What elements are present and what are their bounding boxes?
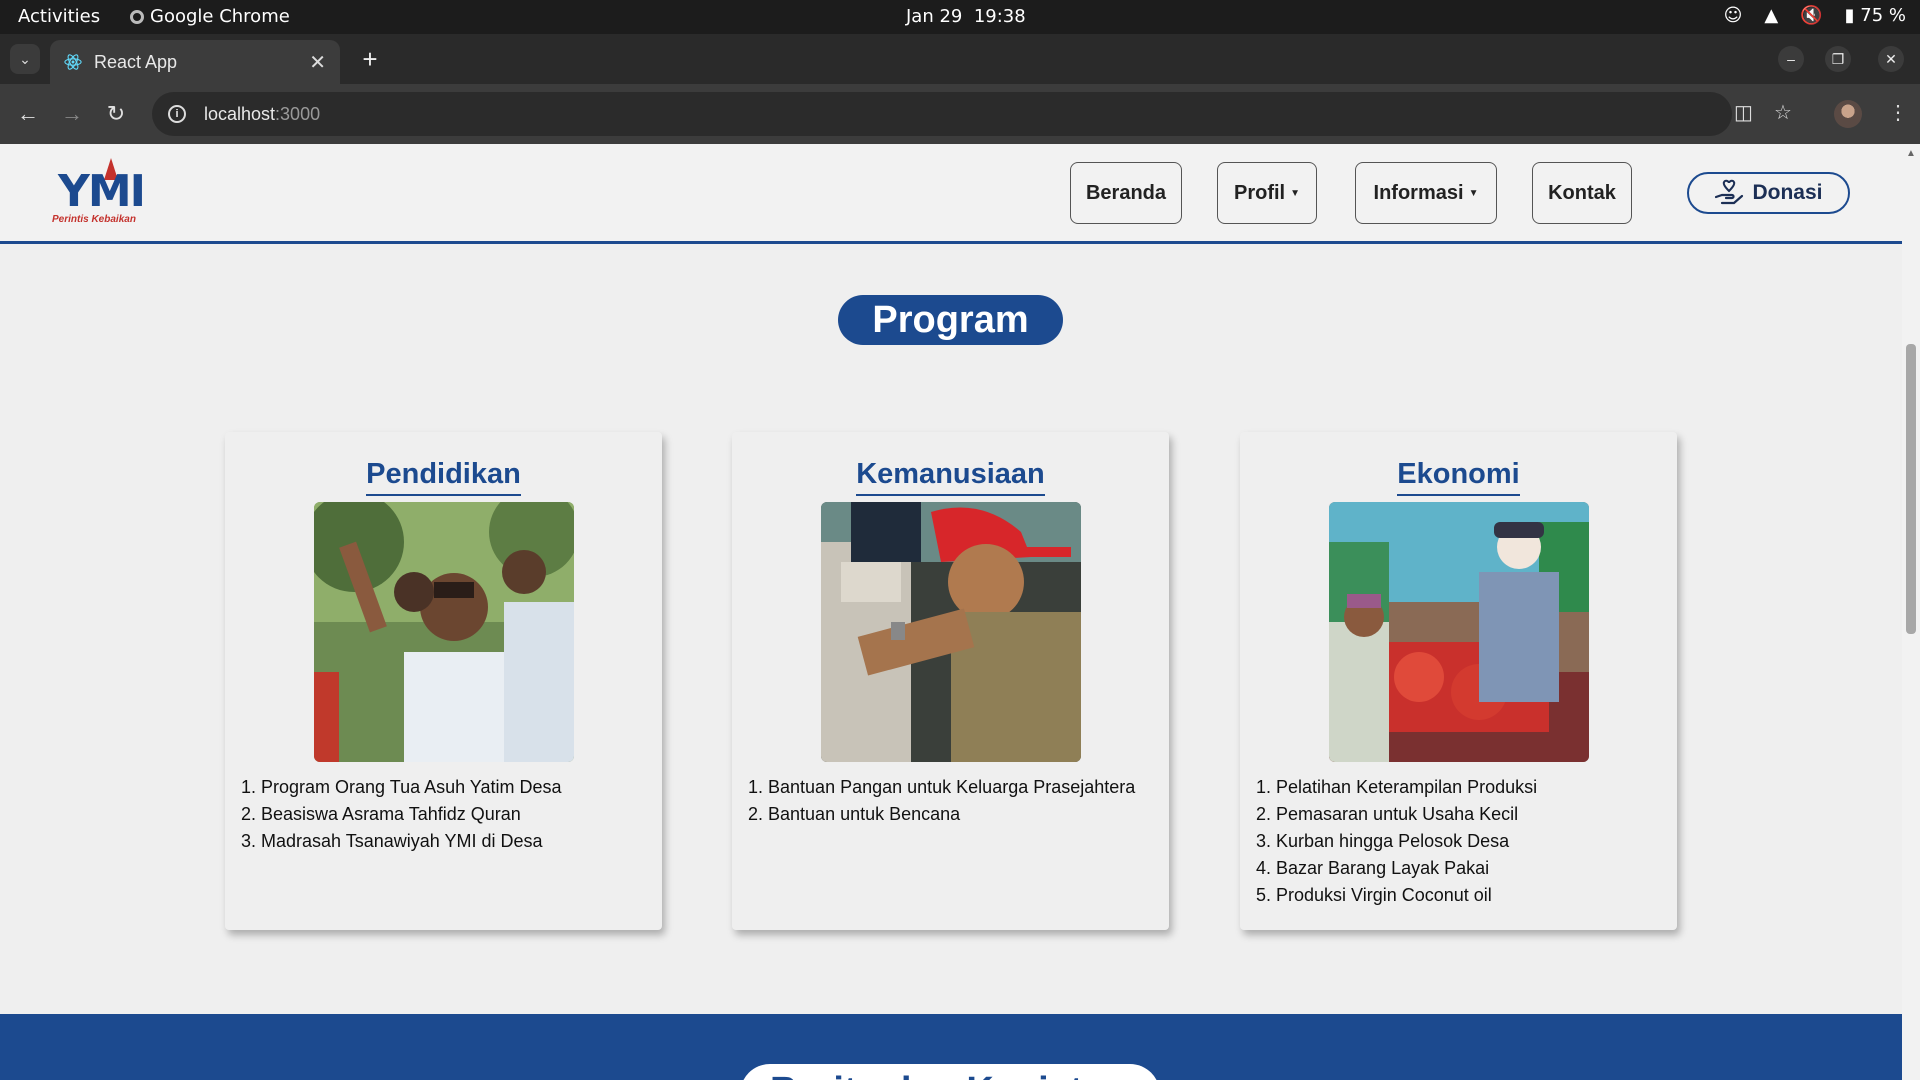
section-title-news: Berita dan Kegiatan	[740, 1064, 1160, 1080]
site-logo[interactable]: YMI Perintis Kebaikan	[52, 158, 162, 230]
site-navbar: YMI Perintis Kebaikan Beranda Profil ▼ In…	[0, 144, 1902, 244]
list-item: 1. Program Orang Tua Asuh Yatim Desa	[241, 777, 562, 797]
app-name: Google Chrome	[150, 6, 290, 27]
reload-icon: ↻	[106, 101, 126, 126]
back-button[interactable]: ←	[12, 98, 44, 130]
arrow-right-icon: →	[61, 101, 83, 126]
activities-button[interactable]: Activities	[18, 6, 100, 27]
nav-kontak[interactable]: Kontak	[1532, 162, 1632, 224]
os-top-bar: Activities Google Chrome Jan 29 19:38 ☺ …	[0, 0, 1920, 34]
logo-tagline: Perintis Kebaikan	[52, 214, 136, 225]
list-item: 2. Beasiswa Asrama Tahfidz Quran	[241, 804, 521, 824]
nav-profil[interactable]: Profil ▼	[1217, 162, 1317, 224]
aid-photo-image	[821, 502, 1081, 762]
page-scrollbar[interactable]: ▲	[1902, 144, 1920, 1080]
profile-avatar[interactable]	[1834, 100, 1862, 128]
nav-informasi[interactable]: Informasi ▼	[1355, 162, 1497, 224]
caret-down-icon: ▼	[1468, 187, 1479, 199]
address-bar[interactable]: i localhost:3000	[152, 92, 1732, 136]
new-tab-button[interactable]: +	[355, 44, 385, 74]
battery-percent: 75 %	[1860, 5, 1906, 26]
list-item: 2. Pemasaran untuk Usaha Kecil	[1256, 804, 1519, 824]
tab-title: React App	[94, 51, 178, 72]
program-list: 1. Program Orang Tua Asuh Yatim Desa 2. …	[241, 774, 562, 855]
program-card-pendidikan: Pendidikan 1. Program Orang Tua Asuh Yat…	[225, 432, 662, 930]
time: 19:38	[973, 6, 1026, 27]
nav-beranda[interactable]: Beranda	[1070, 162, 1182, 224]
chevron-down-icon: ⌄	[19, 50, 31, 67]
minimize-button[interactable]: –	[1778, 46, 1804, 72]
page-viewport: YMI Perintis Kebaikan Beranda Profil ▼ In…	[0, 144, 1920, 1080]
install-app-icon[interactable]: ◫	[1734, 100, 1753, 125]
nav-beranda-label: Beranda	[1085, 181, 1167, 204]
menu-kebab-icon[interactable]: ⋮	[1888, 100, 1908, 125]
volume-icon: 🔇	[1800, 5, 1823, 26]
program-card-ekonomi: Ekonomi 1. Pelatihan Keterampilan Produk…	[1240, 432, 1677, 930]
donasi-button[interactable]: Donasi	[1687, 172, 1850, 214]
browser-toolbar: ← → ↻ i localhost:3000 ◫ ☆ ⋮	[0, 84, 1920, 144]
card-title: Pendidikan	[225, 458, 662, 496]
news-section-band: Berita dan Kegiatan	[0, 1014, 1902, 1080]
logo-mark: YMI	[58, 166, 146, 217]
section-title-program: Program	[838, 295, 1063, 345]
nav-profil-label: Profil	[1233, 181, 1286, 204]
list-item: 4. Bazar Barang Layak Pakai	[1256, 858, 1490, 878]
battery-status: ▮ 75 %	[1844, 5, 1906, 26]
list-item: 1. Bantuan Pangan untuk Keluarga Praseja…	[748, 777, 1136, 797]
bookmark-star-icon[interactable]: ☆	[1774, 100, 1792, 125]
program-list: 1. Bantuan Pangan untuk Keluarga Praseja…	[748, 774, 1135, 828]
distribution-photo-image	[1329, 502, 1589, 762]
react-icon	[64, 54, 82, 70]
program-list: 1. Pelatihan Keterampilan Produksi 2. Pe…	[1256, 774, 1537, 909]
card-title-text: Kemanusiaan	[856, 458, 1045, 496]
close-window-button[interactable]: ✕	[1878, 46, 1904, 72]
tab-strip: ⌄ React App ✕ + – ❐ ✕	[0, 34, 1920, 84]
card-title: Kemanusiaan	[732, 458, 1169, 496]
nav-informasi-label: Informasi	[1373, 181, 1464, 204]
date: Jan 29	[906, 6, 963, 27]
card-title-text: Pendidikan	[366, 458, 521, 496]
list-item: 3. Madrasah Tsanawiyah YMI di Desa	[241, 831, 543, 851]
browser-tab[interactable]: React App ✕	[50, 40, 340, 84]
children-photo-image	[314, 502, 574, 762]
donate-hand-heart-icon	[1715, 179, 1744, 205]
url-port: :3000	[275, 103, 321, 124]
app-menu[interactable]: Google Chrome	[130, 6, 290, 27]
arrow-left-icon: ←	[17, 101, 39, 126]
list-item: 3. Kurban hingga Pelosok Desa	[1256, 831, 1510, 851]
photo-aid	[821, 502, 1081, 762]
chrome-icon	[130, 9, 144, 24]
system-tray[interactable]: ☺ ▲ 🔇 ▮ 75 %	[1724, 5, 1906, 26]
restore-button[interactable]: ❐	[1825, 46, 1851, 72]
scrollbar-thumb[interactable]	[1906, 344, 1916, 634]
nav-kontak-label: Kontak	[1548, 181, 1616, 204]
tab-search-button[interactable]: ⌄	[10, 44, 40, 74]
photo-distribution	[1329, 502, 1589, 762]
donasi-label: Donasi	[1752, 181, 1823, 204]
clock[interactable]: Jan 29 19:38	[906, 6, 1026, 27]
accessibility-icon: ☺	[1723, 5, 1743, 26]
caret-down-icon: ▼	[1290, 187, 1301, 199]
list-item: 1. Pelatihan Keterampilan Produksi	[1256, 777, 1538, 797]
close-tab-icon[interactable]: ✕	[309, 50, 326, 75]
list-item: 5. Produksi Virgin Coconut oil	[1256, 885, 1492, 905]
reload-button[interactable]: ↻	[100, 98, 132, 130]
scroll-up-arrow-icon[interactable]: ▲	[1906, 148, 1916, 159]
card-title: Ekonomi	[1240, 458, 1677, 496]
url-host: localhost	[204, 103, 276, 124]
wifi-icon: ▲	[1764, 5, 1779, 26]
forward-button[interactable]: →	[56, 98, 88, 130]
list-item: 2. Bantuan untuk Bencana	[748, 804, 961, 824]
photo-children	[314, 502, 574, 762]
card-title-text: Ekonomi	[1397, 458, 1520, 496]
site-info-icon[interactable]: i	[168, 105, 186, 123]
program-card-kemanusiaan: Kemanusiaan 1. Bantuan Pangan untuk Kelu…	[732, 432, 1169, 930]
